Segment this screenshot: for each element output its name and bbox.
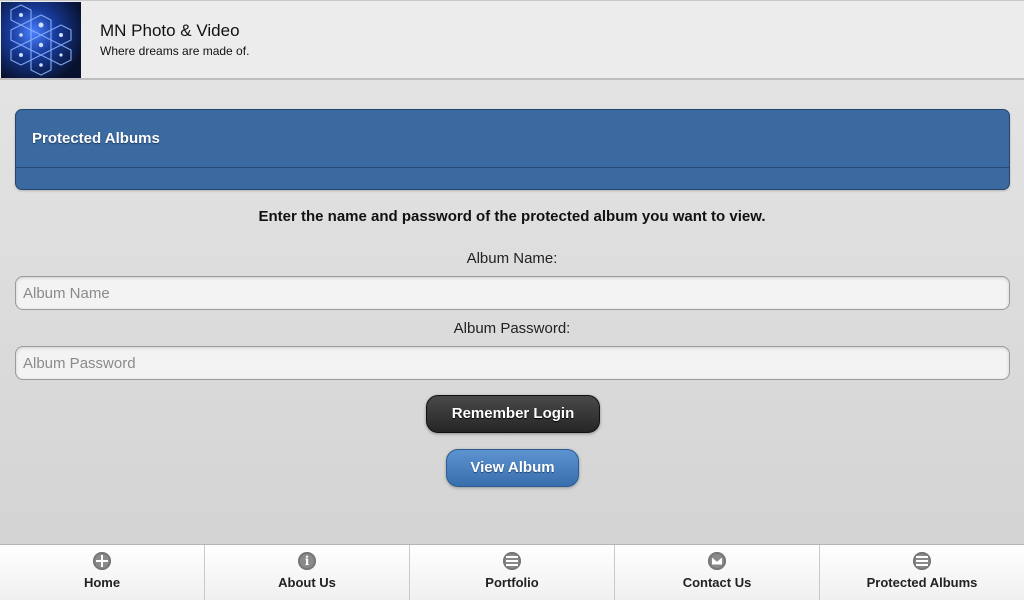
site-title: MN Photo & Video — [100, 21, 240, 40]
view-album-button[interactable]: View Album — [446, 449, 579, 487]
nav-label: About Us — [278, 575, 336, 590]
protected-albums-panel: Protected Albums — [15, 109, 1010, 190]
info-icon — [298, 552, 316, 570]
list-icon — [503, 552, 521, 570]
album-name-label: Album Name: — [466, 250, 558, 267]
panel-divider — [16, 167, 1009, 168]
instructions-text: Enter the name and password of the prote… — [258, 208, 766, 225]
site-tagline: Where dreams are made of. — [100, 44, 250, 58]
nav-item-contact-us[interactable]: Contact Us — [615, 545, 820, 600]
nav-item-protected-albums[interactable]: Protected Albums — [820, 545, 1024, 600]
album-name-input[interactable] — [15, 276, 1010, 310]
nav-item-about-us[interactable]: About Us — [205, 545, 410, 600]
logo — [1, 2, 81, 78]
app-header: MN Photo & Video Where dreams are made o… — [0, 0, 1024, 80]
nav-label: Protected Albums — [866, 575, 978, 590]
album-password-input[interactable] — [15, 346, 1010, 380]
list-icon — [913, 552, 931, 570]
mail-icon — [708, 552, 726, 570]
nav-label: Home — [83, 575, 121, 590]
nav-item-portfolio[interactable]: Portfolio — [410, 545, 615, 600]
remember-login-button[interactable]: Remember Login — [426, 395, 600, 433]
panel-title: Protected Albums — [32, 130, 160, 147]
album-password-label: Album Password: — [453, 320, 571, 337]
nav-item-home[interactable]: Home — [0, 545, 205, 600]
nav-label: Portfolio — [485, 575, 539, 590]
nav-label: Contact Us — [682, 575, 752, 590]
grid-icon — [93, 552, 111, 570]
bottom-navbar: Home About Us Portfolio Contact Us Prote… — [0, 544, 1024, 600]
